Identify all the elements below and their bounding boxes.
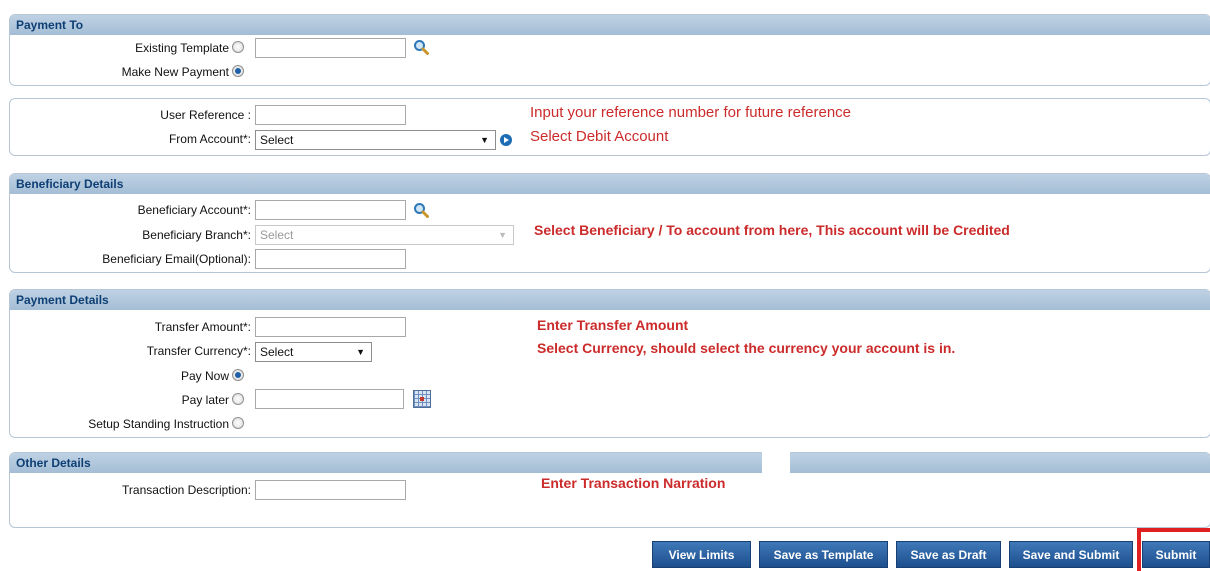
reference-note: Input your reference number for future r… [530, 104, 852, 121]
user-reference-input[interactable] [255, 105, 406, 125]
payment-details-panel: Payment Details [9, 289, 1210, 438]
transaction-description-label: Transaction Description: [122, 483, 251, 497]
beneficiary-branch-select[interactable]: Select ▼ [255, 225, 514, 245]
other-details-header: Other Details [10, 453, 1210, 473]
pay-later-label: Pay later [181, 393, 229, 407]
beneficiary-email-label: Beneficiary Email(Optional): [102, 252, 251, 266]
submit-highlight-box [1137, 528, 1210, 571]
transfer-currency-note: Select Currency, should select the curre… [537, 340, 956, 356]
transaction-narration-note: Enter Transaction Narration [541, 475, 726, 491]
existing-template-input[interactable] [255, 38, 406, 58]
pay-now-radio[interactable] [232, 369, 244, 381]
debit-account-note: Select Debit Account [530, 128, 669, 145]
transfer-amount-input[interactable] [255, 317, 406, 337]
payment-to-header: Payment To [10, 15, 1210, 35]
play-icon[interactable] [500, 134, 512, 146]
chevron-down-icon: ▼ [498, 230, 507, 240]
make-new-payment-radio[interactable] [232, 65, 244, 77]
search-icon[interactable] [413, 202, 429, 218]
payment-details-header: Payment Details [10, 290, 1210, 310]
standing-instruction-label: Setup Standing Instruction [88, 417, 229, 431]
make-new-payment-label: Make New Payment [121, 65, 229, 79]
transfer-currency-select[interactable]: Select ▼ [255, 342, 372, 362]
transfer-currency-label: Transfer Currency*: [146, 344, 251, 358]
pay-now-label: Pay Now [180, 369, 229, 383]
user-reference-label: User Reference : [160, 108, 251, 122]
chevron-down-icon: ▼ [356, 347, 365, 357]
save-as-draft-button[interactable]: Save as Draft [896, 541, 1001, 568]
beneficiary-branch-value: Select [260, 228, 294, 242]
pay-later-radio[interactable] [232, 393, 244, 405]
from-account-label: From Account*: [168, 132, 251, 146]
beneficiary-branch-label: Beneficiary Branch*: [142, 228, 251, 242]
beneficiary-account-input[interactable] [255, 200, 406, 220]
from-account-value: Select [260, 133, 294, 147]
view-limits-button[interactable]: View Limits [652, 541, 751, 568]
beneficiary-email-input[interactable] [255, 249, 406, 269]
transfer-currency-value: Select [260, 345, 294, 359]
save-as-template-button[interactable]: Save as Template [759, 541, 888, 568]
chevron-down-icon: ▼ [480, 135, 489, 145]
pay-later-date-input[interactable] [255, 389, 404, 409]
from-account-select[interactable]: Select ▼ [255, 130, 496, 150]
search-icon[interactable] [413, 39, 429, 55]
transfer-amount-label: Transfer Amount*: [154, 320, 251, 334]
beneficiary-account-label: Beneficiary Account*: [137, 203, 251, 217]
beneficiary-header: Beneficiary Details [10, 174, 1210, 194]
beneficiary-note: Select Beneficiary / To account from her… [534, 222, 1010, 238]
save-and-submit-button[interactable]: Save and Submit [1009, 541, 1133, 568]
transaction-description-input[interactable] [255, 480, 406, 500]
standing-instruction-radio[interactable] [232, 417, 244, 429]
header-gap [762, 452, 790, 473]
existing-template-radio[interactable] [232, 41, 244, 53]
existing-template-label: Existing Template [135, 41, 229, 55]
transfer-amount-note: Enter Transfer Amount [537, 317, 689, 333]
calendar-icon[interactable] [413, 390, 431, 408]
